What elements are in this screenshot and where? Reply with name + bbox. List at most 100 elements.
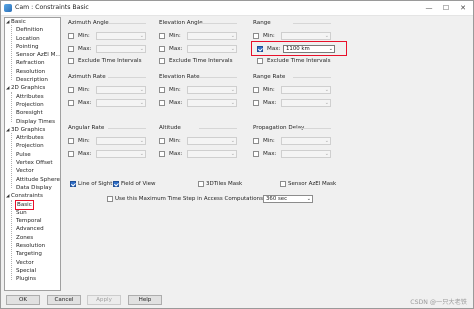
altitude-min-field[interactable]: ⌄ [187, 137, 237, 145]
tree-item-attitude-sphere[interactable]: Attitude Sphere [5, 176, 60, 184]
tree-item-resolution[interactable]: Resolution [5, 242, 60, 250]
angular-rate-min-field[interactable]: ⌄ [96, 137, 146, 145]
sensor-azel-mask-checkbox[interactable] [280, 181, 286, 187]
ok-button[interactable]: OK [6, 295, 40, 305]
tree-item-projection[interactable]: Projection [5, 101, 60, 109]
range-rate-max-field[interactable]: ⌄ [281, 99, 331, 107]
range-exclude-checkbox[interactable] [257, 58, 263, 64]
section-divider [108, 128, 146, 129]
tree-item-label: Basic [15, 199, 34, 210]
propagation-delay-min-field[interactable]: ⌄ [281, 137, 331, 145]
exclude-time-intervals-label: Exclude Time Intervals [267, 57, 331, 64]
angular-rate-max-field[interactable]: ⌄ [96, 150, 146, 158]
tree-item-basic[interactable]: Basic [5, 199, 60, 210]
azimuth-rate-max-checkbox[interactable] [68, 100, 74, 106]
tree-item-label: Plugins [16, 276, 37, 283]
range-min-field[interactable]: ⌄ [281, 32, 331, 40]
elevation-rate-max-checkbox[interactable] [159, 100, 165, 106]
tree-item-display-times[interactable]: Display Times [5, 118, 60, 126]
range-rate-min-checkbox[interactable] [253, 87, 259, 93]
max-time-step-combo[interactable]: 360 sec ⌄ [263, 195, 313, 203]
azimuth-angle-exclude-checkbox[interactable] [68, 58, 74, 64]
line-of-sight-checkbox[interactable] [70, 181, 76, 187]
close-button[interactable]: ✕ [455, 2, 471, 14]
tree-group-label: Basic [11, 19, 26, 25]
tree-item-attributes[interactable]: Attributes [5, 93, 60, 101]
dropdown-chevron-icon: ⌄ [230, 100, 235, 106]
tree-item-sensor-azel-m[interactable]: Sensor AzEl M... [5, 51, 60, 59]
tree-item-vertex-offset[interactable]: Vertex Offset [5, 159, 60, 167]
tree-item-targeting[interactable]: Targeting [5, 250, 60, 258]
tree-item-plugins[interactable]: Plugins [5, 275, 60, 283]
azimuth-angle-max-field[interactable]: ⌄ [96, 45, 146, 53]
tree-group-2d-graphics[interactable]: ◢ 2D Graphics [5, 84, 60, 92]
tiles-mask-checkbox[interactable] [198, 181, 204, 187]
tree-item-label: Attitude Sphere [16, 176, 60, 183]
tree-item-pulse[interactable]: Pulse [5, 151, 60, 159]
tree-item-data-display[interactable]: Data Display [5, 184, 60, 192]
altitude-min-checkbox[interactable] [159, 138, 165, 144]
dropdown-chevron-icon: ⌄ [324, 33, 329, 39]
tree-item-zones[interactable]: Zones [5, 234, 60, 242]
tree-item-description[interactable]: Description [5, 76, 60, 84]
apply-button[interactable]: Apply [87, 295, 121, 305]
tree-item-attributes[interactable]: Attributes [5, 134, 60, 142]
tree-item-sun[interactable]: Sun [5, 209, 60, 217]
tree-item-special[interactable]: Special [5, 267, 60, 275]
tree-item-vector[interactable]: Vector [5, 167, 60, 175]
propagation-delay-max-checkbox[interactable] [253, 151, 259, 157]
elevation-angle-min-checkbox[interactable] [159, 33, 165, 39]
tree-group-constraints[interactable]: ◢ Constraints [5, 192, 60, 200]
elevation-rate-min-field[interactable]: ⌄ [187, 86, 237, 94]
angular-rate-max-checkbox[interactable] [68, 151, 74, 157]
propagation-delay-min-checkbox[interactable] [253, 138, 259, 144]
tree-item-label: Targeting [16, 251, 42, 258]
tree-item-vector[interactable]: Vector [5, 259, 60, 267]
azimuth-rate-max-field[interactable]: ⌄ [96, 99, 146, 107]
azimuth-rate-min-checkbox[interactable] [68, 87, 74, 93]
tree-group-label: 3D Graphics [11, 126, 46, 133]
max-time-step-checkbox[interactable] [107, 196, 113, 202]
range-min-checkbox[interactable] [253, 33, 259, 39]
tree-item-temporal[interactable]: Temporal [5, 217, 60, 225]
tree-item-resolution[interactable]: Resolution [5, 68, 60, 76]
range-rate-min-field[interactable]: ⌄ [281, 86, 331, 94]
propagation-delay-max-field[interactable]: ⌄ [281, 150, 331, 158]
tree-item-projection[interactable]: Projection [5, 142, 60, 150]
tree-item-advanced[interactable]: Advanced [5, 225, 60, 233]
elevation-angle-max-field[interactable]: ⌄ [187, 45, 237, 53]
section-divider [108, 23, 146, 24]
tree-item-refraction[interactable]: Refraction [5, 59, 60, 67]
azimuth-angle-max-checkbox[interactable] [68, 46, 74, 52]
range-rate-max-checkbox[interactable] [253, 100, 259, 106]
elevation-angle-exclude-checkbox[interactable] [159, 58, 165, 64]
azimuth-angle-min-field[interactable]: ⌄ [96, 32, 146, 40]
tree-item-label: Projection [16, 101, 44, 108]
dropdown-chevron-icon: ⌄ [230, 46, 235, 52]
section-divider [199, 23, 237, 24]
angular-rate-min-checkbox[interactable] [68, 138, 74, 144]
elevation-angle-max-checkbox[interactable] [159, 46, 165, 52]
elevation-rate-min-checkbox[interactable] [159, 87, 165, 93]
highlight-box-range-max [251, 41, 347, 56]
minimize-button[interactable]: — [421, 2, 437, 14]
azimuth-rate-min-field[interactable]: ⌄ [96, 86, 146, 94]
line-of-sight-label: Line of Sight [78, 180, 113, 187]
tree-item-definition[interactable]: Definition [5, 26, 60, 34]
tree-item-boresight[interactable]: Boresight [5, 109, 60, 117]
elevation-rate-max-field[interactable]: ⌄ [187, 99, 237, 107]
altitude-max-checkbox[interactable] [159, 151, 165, 157]
altitude-max-field[interactable]: ⌄ [187, 150, 237, 158]
maximize-button[interactable]: ☐ [438, 2, 454, 14]
field-of-view-checkbox[interactable] [113, 181, 119, 187]
tree-group-basic[interactable]: ◢ Basic [5, 18, 60, 26]
azimuth-angle-min-checkbox[interactable] [68, 33, 74, 39]
sensor-azel-mask-label: Sensor AzEl Mask [288, 180, 337, 187]
cancel-button[interactable]: Cancel [47, 295, 81, 305]
tree-item-label: Special [16, 267, 37, 274]
tree-item-location[interactable]: Location [5, 35, 60, 43]
tree-group-3d-graphics[interactable]: ◢ 3D Graphics [5, 126, 60, 134]
help-button[interactable]: Help [128, 295, 162, 305]
elevation-angle-min-field[interactable]: ⌄ [187, 32, 237, 40]
tree-item-pointing[interactable]: Pointing [5, 43, 60, 51]
